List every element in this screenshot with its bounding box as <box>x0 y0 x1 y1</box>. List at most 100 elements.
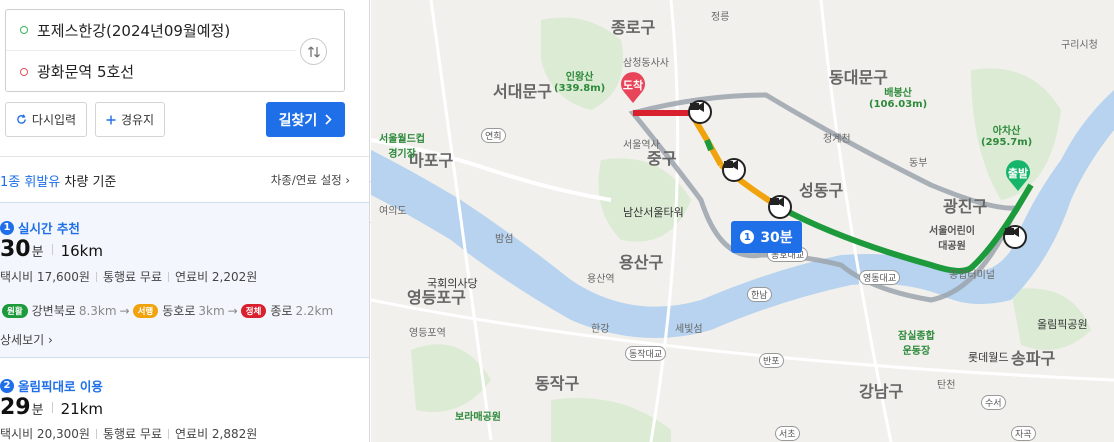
route-details-link[interactable]: 상세보기 › <box>0 331 53 348</box>
traffic-tag-slow: 서행 <box>132 303 159 318</box>
route-fare-row: 택시비 17,600원 통행료 무료 연료비 2,202원 <box>0 268 257 285</box>
route-fare-row: 택시비 20,300원 통행료 무료 연료비 2,882원 <box>0 425 257 442</box>
road-distance: 8.3km <box>78 303 117 318</box>
place-label: 남산서울타워 <box>623 206 684 219</box>
place-label: 서울역사 <box>623 140 660 151</box>
route-distance: 21km <box>60 400 103 418</box>
ic-label: 자곡 <box>1011 426 1036 441</box>
place-label: 영등포역 <box>409 328 446 339</box>
arrow-right-icon: → <box>227 303 238 318</box>
place-label: 서울월드컵 경기장 <box>379 134 425 160</box>
road-distance: 3km <box>198 303 225 318</box>
route-title: 1 실시간 추천 <box>0 218 80 237</box>
toll-fee: 통행료 무료 <box>102 270 162 284</box>
ic-label: 동작대교 <box>625 346 667 361</box>
section-divider <box>0 156 369 157</box>
destination-field[interactable]: 광화문역 5호선 <box>6 51 296 92</box>
find-route-button[interactable]: 길찾기 <box>266 102 345 137</box>
ic-label: 한남 <box>747 287 772 302</box>
route-option-2[interactable]: 2 올림픽대로 이용 29 분 21km 택시비 20,300원 통행료 무료 … <box>0 366 369 442</box>
ic-label: 수서 <box>981 395 1006 410</box>
origin-dot-icon <box>20 26 28 34</box>
place-label: 한강 <box>591 324 610 335</box>
vehicle-basis-row: 1종 휘발유 차량 기준 차종/연료 설정 › <box>0 169 352 190</box>
place-label: 동부 <box>909 158 928 169</box>
route-time-bubble-label: 30분 <box>760 230 793 246</box>
traffic-camera-icon[interactable] <box>1003 225 1027 249</box>
route-number-badge: 1 <box>0 220 14 235</box>
reset-label: 다시입력 <box>31 113 77 127</box>
chevron-right-icon <box>325 114 332 125</box>
refresh-icon <box>16 114 27 125</box>
action-buttons: 다시입력 경유지 길찾기 <box>5 102 345 137</box>
map-view[interactable]: 종로구 서대문구 동대문구 마포구 중구 성동구 용산구 광진구 영등포구 동작… <box>371 0 1114 442</box>
route-time-value: 30 <box>0 237 31 262</box>
chevron-right-icon: › <box>48 333 53 347</box>
place-label: 종합터미널 <box>949 270 995 281</box>
origin-pin-label: 출발 <box>1007 167 1029 180</box>
place-label: 롯데월드 <box>968 351 1009 364</box>
traffic-camera-icon[interactable] <box>722 158 746 182</box>
place-label: 올림픽공원 <box>1037 318 1088 331</box>
destination-pin-label: 도착 <box>622 79 644 92</box>
route-time-value: 29 <box>0 395 31 420</box>
route-time-unit: 분 <box>31 245 44 260</box>
ic-label: 반포 <box>759 353 784 368</box>
swap-button[interactable] <box>300 38 327 65</box>
add-waypoint-button[interactable]: 경유지 <box>95 102 165 137</box>
place-label: 용산역 <box>587 274 615 285</box>
vehicle-settings-link[interactable]: 차종/연료 설정 › <box>271 172 350 188</box>
vehicle-basis-suffix: 차량 기준 <box>64 175 117 190</box>
destination-pin[interactable]: 도착 <box>619 72 647 104</box>
find-route-label: 길찾기 <box>278 112 318 129</box>
swap-arrows-icon <box>307 46 320 57</box>
traffic-camera-icon[interactable] <box>688 100 712 124</box>
separator <box>95 271 97 282</box>
route-time-row: 29 분 21km <box>0 395 103 420</box>
traffic-tag-smooth: 원활 <box>2 303 28 318</box>
separator <box>167 271 169 282</box>
vehicle-class: 1종 휘발유 <box>0 175 61 190</box>
road-name: 종로 <box>270 304 293 318</box>
route-time-bubble[interactable]: 1 30분 <box>731 221 802 253</box>
separator <box>167 428 169 439</box>
ic-label: 연희 <box>481 128 506 143</box>
place-label: 탄천 <box>937 380 956 391</box>
road-distance: 2.2km <box>295 303 334 318</box>
place-label: 보라매공원 <box>455 412 501 423</box>
fuel-cost: 연료비 2,202원 <box>174 270 258 284</box>
origin-pin[interactable]: 출발 <box>1004 160 1032 192</box>
origin-field[interactable]: 포제스한강(2024년09월예정) <box>6 10 296 51</box>
place-label: 구리시청 <box>1061 40 1098 51</box>
reset-button[interactable]: 다시입력 <box>5 102 87 137</box>
place-label: 서울어린이 대공원 <box>929 226 975 252</box>
district-label: 용산구 <box>619 253 664 272</box>
route-title-text: 올림픽대로 이용 <box>18 379 103 394</box>
place-label: 배봉산 (106.03m) <box>869 88 928 110</box>
route-panel: 포제스한강(2024년09월예정) 광화문역 5호선 다시입력 경유지 길찾기 … <box>0 0 370 442</box>
place-label: 삼청동사사 <box>623 58 669 69</box>
destination-text: 광화문역 5호선 <box>37 63 135 81</box>
route-number-badge: 2 <box>0 378 14 393</box>
waypoint-label: 경유지 <box>120 113 155 127</box>
place-label: 아차산 (295.7m) <box>981 126 1033 148</box>
place-label: 인왕산 (339.8m) <box>554 72 606 94</box>
route-option-1[interactable]: 1 실시간 추천 30 분 16km 택시비 17,600원 통행료 무료 연료… <box>0 202 369 358</box>
road-segments: 원활 강변북로 8.3km → 서행 동호로 3km → 정체 종로 2.2km <box>2 302 333 319</box>
route-time-row: 30 분 16km <box>0 237 103 262</box>
route-input-box: 포제스한강(2024년09월예정) 광화문역 5호선 <box>5 9 345 92</box>
place-label: 국회의사당 <box>427 277 478 290</box>
ic-label: 영동대교 <box>859 270 901 285</box>
road-name: 강변북로 <box>31 304 76 318</box>
route-title: 2 올림픽대로 이용 <box>0 376 103 395</box>
plus-icon <box>106 115 116 125</box>
origin-text: 포제스한강(2024년09월예정) <box>37 21 231 40</box>
arrow-right-icon: → <box>119 303 130 318</box>
district-label: 서대문구 <box>493 82 552 101</box>
taxi-fare: 택시비 17,600원 <box>0 270 90 284</box>
traffic-camera-icon[interactable] <box>768 195 792 219</box>
separator <box>51 402 53 413</box>
route-time-unit: 분 <box>31 403 44 418</box>
district-label: 종로구 <box>611 18 656 37</box>
place-label: 밤섬 <box>495 234 514 245</box>
